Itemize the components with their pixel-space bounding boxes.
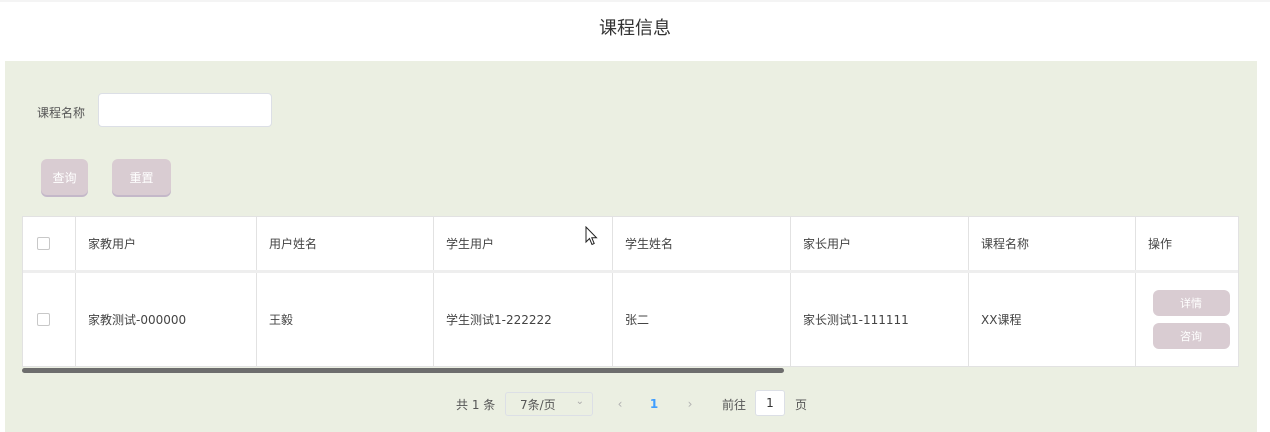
row-select-cell (23, 273, 76, 366)
page-suffix-label: 页 (795, 397, 808, 412)
cell-user-name: 王毅 (257, 273, 434, 366)
next-page-icon[interactable]: › (676, 392, 704, 416)
page-title: 课程信息 (599, 18, 671, 39)
header-course-name: 课程名称 (969, 217, 1136, 270)
row-checkbox[interactable] (37, 313, 50, 326)
course-name-label: 课程名称 (37, 106, 86, 120)
top-divider (0, 0, 1270, 2)
prev-page-icon[interactable]: ‹ (606, 392, 634, 416)
cell-tutor-user: 家教测试-000000 (76, 273, 257, 366)
query-button[interactable]: 查询 (41, 159, 88, 195)
cell-student-name: 张二 (613, 273, 791, 366)
cell-student-user: 学生测试1-222222 (434, 273, 613, 366)
course-name-input[interactable] (98, 93, 272, 127)
consult-button[interactable]: 咨询 (1152, 323, 1230, 349)
goto-page-input[interactable]: 1 (755, 390, 785, 416)
cell-course-name: XX课程 (969, 273, 1136, 366)
header-parent-user: 家长用户 (791, 217, 969, 270)
reset-button[interactable]: 重置 (112, 159, 171, 195)
table-row: 家教测试-000000 王毅 学生测试1-222222 张二 家长测试1-111… (23, 273, 1238, 366)
mouse-cursor-icon (585, 226, 598, 246)
goto-label: 前往 (722, 397, 747, 412)
horizontal-scrollbar-thumb[interactable] (22, 368, 784, 373)
course-table: 家教用户 用户姓名 学生用户 学生姓名 家长用户 课程名称 操作 家教测试-00… (22, 216, 1239, 367)
header-tutor-user: 家教用户 (76, 217, 257, 270)
select-all-checkbox[interactable] (37, 237, 50, 250)
pagination-total: 共 1 条 (456, 397, 496, 412)
header-actions: 操作 (1148, 237, 1173, 251)
page-size-select[interactable]: 7条/页 ⌄ (505, 392, 593, 416)
header-student-name: 学生姓名 (613, 217, 791, 270)
chevron-down-icon: ⌄ (575, 396, 584, 407)
table-header-row: 家教用户 用户姓名 学生用户 学生姓名 家长用户 课程名称 操作 (23, 217, 1238, 273)
page-number-current[interactable]: 1 (640, 392, 668, 416)
select-all-cell (23, 217, 76, 270)
header-user-name: 用户姓名 (257, 217, 434, 270)
detail-button[interactable]: 详情 (1152, 290, 1230, 316)
cell-parent-user: 家长测试1-111111 (791, 273, 969, 366)
cell-actions: 详情 咨询 (1136, 273, 1238, 366)
content-panel: 课程名称 查询 重置 家教用户 用户姓名 学生用户 学生姓名 家长用户 课程名称… (5, 61, 1257, 432)
page-size-value: 7条/页 (520, 397, 556, 412)
